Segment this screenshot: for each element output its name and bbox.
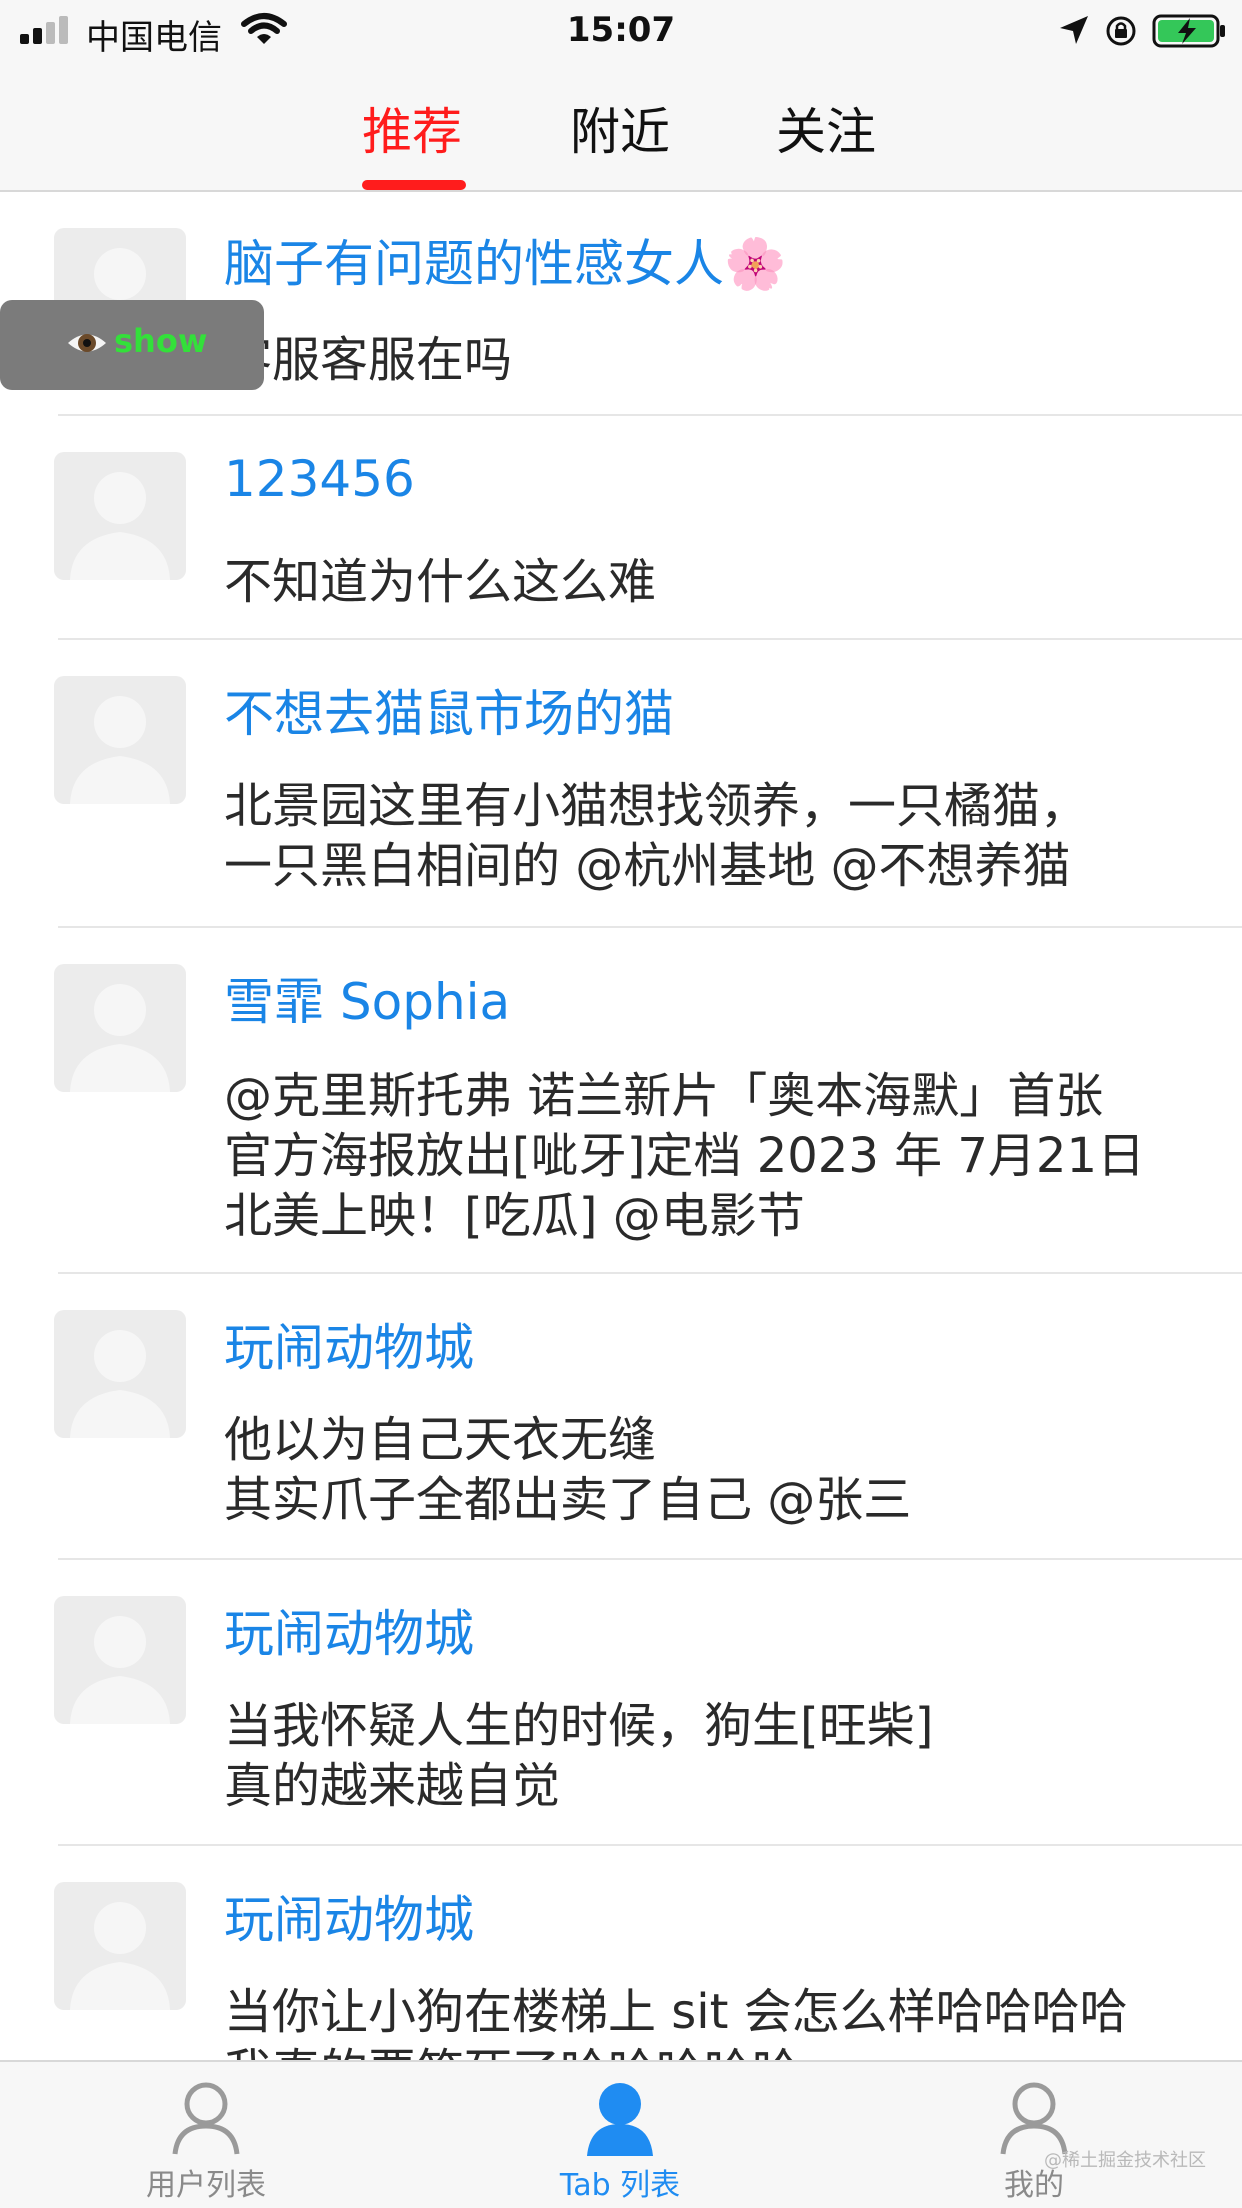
post-text: 不知道为什么这么难 [224, 554, 657, 610]
eye-icon [68, 334, 106, 352]
user-icon [587, 2083, 653, 2156]
list-item[interactable]: 123456 不知道为什么这么难 [0, 416, 1242, 640]
top-tab-bar: 推荐 附近 关注 [0, 62, 1242, 192]
list-item[interactable]: 玩闹动物城 当我怀疑人生的时候，狗生[旺柴] 真的越来越自觉 [0, 1560, 1242, 1846]
tab-mine[interactable]: 我的 [934, 2062, 1134, 2208]
post-text: 真的越来越自觉 [224, 1758, 561, 1814]
tab-label: Tab 列表 [559, 2168, 681, 2203]
post-text: 一只黑白相间的 @杭州基地 @不想养猫 [224, 838, 1071, 894]
user-icon [172, 2082, 240, 2155]
tab-following[interactable]: 关注 [776, 92, 876, 164]
username[interactable]: 脑子有问题的性感女人🌸 [224, 224, 786, 296]
tab-nearby[interactable]: 附近 [570, 92, 670, 164]
status-bar: 中国电信 15:07 [0, 0, 1242, 62]
show-button-label: show [114, 322, 208, 360]
avatar[interactable] [54, 1596, 186, 1724]
list-item[interactable]: 不想去猫鼠市场的猫 北景园这里有小猫想找领养，一只橘猫， 一只黑白相间的 @杭州… [0, 640, 1242, 928]
avatar[interactable] [54, 964, 186, 1092]
clock: 15:07 [566, 10, 676, 50]
username[interactable]: 玩闹动物城 [224, 1594, 474, 1666]
watermark: @稀土掘金技术社区 [1044, 2150, 1206, 2171]
post-text: 其实爪子全都出卖了自己 @张三 [224, 1472, 912, 1528]
avatar[interactable] [54, 676, 186, 804]
orientation-lock-icon [1106, 16, 1136, 46]
list-item[interactable]: 雪霏 Sophia @克里斯托弗 诺兰新片「奥本海默」首张 官方海报放出[呲牙]… [0, 928, 1242, 1274]
username[interactable]: 玩闹动物城 [224, 1308, 474, 1380]
avatar[interactable] [54, 1310, 186, 1438]
username[interactable]: 123456 [224, 450, 415, 508]
tab-user-list[interactable]: 用户列表 [106, 2062, 306, 2208]
username[interactable]: 不想去猫鼠市场的猫 [224, 674, 674, 746]
list-item[interactable]: 玩闹动物城 当你让小狗在楼梯上 sit 会怎么样哈哈哈哈 我真的要笑死了哈哈哈哈… [0, 1846, 1242, 2060]
post-text: 客服客服在吗 [224, 332, 513, 388]
tab-label: 用户列表 [146, 2168, 266, 2203]
avatar[interactable] [54, 452, 186, 580]
username[interactable]: 雪霏 Sophia [224, 962, 510, 1034]
username[interactable]: 玩闹动物城 [224, 1880, 474, 1952]
post-text: 北美上映！[吃瓜] @电影节 [224, 1188, 805, 1244]
battery-charging-icon [1152, 14, 1225, 48]
avatar[interactable] [54, 1882, 186, 2010]
user-icon [1000, 2082, 1068, 2155]
list-item[interactable]: 玩闹动物城 他以为自己天衣无缝 其实爪子全都出卖了自己 @张三 [0, 1274, 1242, 1560]
location-arrow-icon [1060, 16, 1088, 44]
bottom-tab-bar: 用户列表 Tab 列表 我的 [0, 2060, 1242, 2208]
tab-tab-list[interactable]: Tab 列表 [520, 2062, 720, 2208]
show-button[interactable]: show [0, 300, 264, 390]
active-tab-indicator [362, 180, 466, 190]
feed-list[interactable]: 脑子有问题的性感女人🌸 客服客服在吗 123456 不知道为什么这么难 不想去猫… [0, 194, 1242, 2060]
tab-recommend[interactable]: 推荐 [362, 92, 462, 164]
post-text: 我真的要笑死了哈哈哈哈哈 [224, 2032, 800, 2060]
